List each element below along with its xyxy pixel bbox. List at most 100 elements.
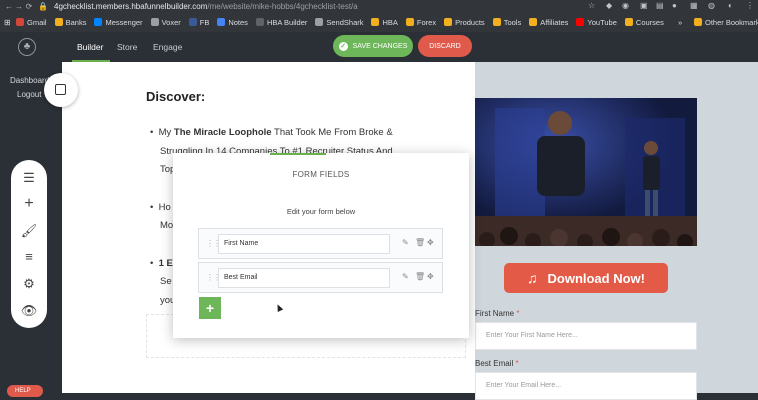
bookmark-label: HBA Builder xyxy=(266,17,308,27)
extension-icon-5[interactable]: ● xyxy=(672,1,677,10)
square-icon xyxy=(55,84,66,95)
download-now-button[interactable]: ♫ Download Now! xyxy=(504,263,668,293)
bookmark-item[interactable]: FB xyxy=(188,18,209,27)
bookmark-label: Voxer xyxy=(161,17,181,27)
page-heading: Discover: xyxy=(146,89,206,104)
bookmark-favicon-icon xyxy=(444,18,453,26)
filter-icon[interactable]: ≡ xyxy=(11,249,47,265)
bookmark-item[interactable]: SendShark xyxy=(315,18,363,27)
tab-builder[interactable]: Builder xyxy=(77,42,103,52)
add-field-button[interactable]: + xyxy=(199,297,221,319)
bookmark-item[interactable]: HBA Builder xyxy=(255,17,308,27)
bullet-3-line-2: Se xyxy=(160,276,172,287)
bookmark-item[interactable]: Products xyxy=(444,18,485,27)
download-now-label: Download Now! xyxy=(547,270,646,286)
bookmark-label: Banks xyxy=(65,17,87,27)
help-button[interactable]: HELP xyxy=(7,385,43,397)
tab-engage[interactable]: Engage xyxy=(153,42,182,52)
form-field-row[interactable]: ⋮⋮ First Name ✎ 🗑 ✥ xyxy=(198,228,443,259)
bookmark-item[interactable]: Banks xyxy=(54,17,87,27)
best-email-input[interactable]: Enter Your Email Here... xyxy=(475,372,697,400)
bookmark-label: Gmail xyxy=(27,17,47,27)
modal-subtitle: Edit your form below xyxy=(286,207,356,216)
field-name-input[interactable]: First Name xyxy=(218,234,390,254)
bookmark-label: Messenger xyxy=(105,17,143,27)
sidebar-link-logout[interactable]: Logout xyxy=(17,90,41,99)
tree-logo-icon[interactable]: ♣ xyxy=(18,38,36,56)
trash-icon[interactable]: 🗑 xyxy=(415,238,425,247)
address-bar[interactable]: ← → ⟳ 🔒 4gchecklist.members.hbafunnelbui… xyxy=(0,0,758,13)
bookmark-item[interactable]: Gmail xyxy=(16,18,47,27)
extension-icon-4[interactable]: ▤ xyxy=(656,1,664,10)
bookmark-label: Tools xyxy=(503,17,522,27)
move-arrows-icon[interactable]: ✥ xyxy=(427,238,434,247)
extension-icon-6[interactable]: ▦ xyxy=(690,1,698,10)
add-icon[interactable]: + xyxy=(11,196,47,212)
url-path: /me/website/mike-hobbs/4gchecklist-test/… xyxy=(207,2,358,11)
edit-pencil-icon[interactable]: ✎ xyxy=(402,238,409,247)
bookmark-favicon-icon xyxy=(94,18,103,26)
save-changes-button[interactable]: ✓ SAVE CHANGES xyxy=(333,35,413,57)
extension-icon-2[interactable]: ◉ xyxy=(622,1,629,10)
bookmark-favicon-icon xyxy=(492,18,501,26)
browser-chrome: ← → ⟳ 🔒 4gchecklist.members.hbafunnelbui… xyxy=(0,0,758,32)
bookmark-label: HBA xyxy=(382,17,398,27)
lock-icon: 🔒 xyxy=(38,2,48,11)
form-field-row[interactable]: ⋮⋮ Best Email ✎ 🗑 ✥ xyxy=(198,262,443,293)
bookmark-label: YouTube xyxy=(587,17,617,27)
bookmark-favicon-icon xyxy=(371,18,380,26)
bookmark-item[interactable]: Courses xyxy=(624,17,664,27)
bookmark-item[interactable]: Affiliates xyxy=(529,18,568,27)
bullet-3: • 1 E xyxy=(150,258,173,269)
apps-grid-icon[interactable]: ⊞ xyxy=(4,18,12,27)
extension-icon[interactable]: ◆ xyxy=(606,1,612,10)
url-text[interactable]: 4gchecklist.members.hbafunnelbuilder.com… xyxy=(54,2,358,11)
sidebar-link-dashboard[interactable]: Dashboard xyxy=(10,76,49,85)
extension-icon-7[interactable]: ◍ xyxy=(708,1,715,10)
bookmark-favicon-icon xyxy=(188,18,197,26)
first-name-input[interactable]: Enter Your First Name Here... xyxy=(475,322,697,350)
bookmark-item[interactable]: Voxer xyxy=(150,17,181,27)
discard-button[interactable]: DISCARD xyxy=(418,35,472,57)
bookmark-label: Affiliates xyxy=(540,17,569,27)
bookmark-favicon-icon xyxy=(217,18,226,26)
gear-icon[interactable]: ⚙ xyxy=(11,276,47,292)
stage-photo xyxy=(475,98,697,246)
back-icon[interactable]: ← xyxy=(4,2,14,11)
discard-label: DISCARD xyxy=(429,42,461,50)
bullet-1: • My The Miracle Loophole That Took Me F… xyxy=(150,127,393,138)
bookmark-item[interactable]: Notes xyxy=(217,18,248,27)
bookmark-item[interactable]: Messenger xyxy=(94,17,143,27)
bookmark-favicon-icon xyxy=(529,18,538,26)
extension-icon-3[interactable]: ▣ xyxy=(640,1,648,10)
bookmark-favicon-icon xyxy=(54,18,63,26)
menu-icon[interactable]: ☰ xyxy=(11,170,47,186)
menu-dots-icon[interactable]: ⋮ xyxy=(746,1,754,10)
more-bookmarks-chevron[interactable]: » xyxy=(678,18,682,27)
other-bookmarks[interactable]: Other Bookmarks xyxy=(694,18,758,27)
bookmark-item[interactable]: Forex xyxy=(405,17,437,27)
bookmark-item[interactable]: YouTube xyxy=(576,17,617,27)
bookmark-item[interactable]: HBA xyxy=(371,17,398,27)
bookmark-favicon-icon xyxy=(624,18,633,26)
star-icon[interactable]: ☆ xyxy=(588,1,595,10)
bookmarks-bar: ⊞ Gmail Banks Messenger Voxer FB Notes HBA Bui… xyxy=(0,14,758,30)
profile-avatar-icon[interactable]: ◐ xyxy=(728,1,733,10)
field-name-input[interactable]: Best Email xyxy=(218,268,390,288)
sidebar-toggle-button[interactable] xyxy=(44,73,78,107)
tab-store[interactable]: Store xyxy=(117,42,137,52)
selection-indicator xyxy=(270,153,326,155)
trash-icon[interactable]: 🗑 xyxy=(415,272,425,281)
bookmark-favicon-icon xyxy=(315,18,324,26)
first-name-label: First Name * xyxy=(475,309,520,318)
forward-icon[interactable]: → xyxy=(14,2,24,11)
check-icon: ✓ xyxy=(338,41,348,51)
bookmark-label: Courses xyxy=(635,17,664,27)
move-arrows-icon[interactable]: ✥ xyxy=(427,272,434,281)
bookmark-item[interactable]: Tools xyxy=(492,17,522,27)
brush-icon[interactable]: 🖌 xyxy=(11,223,47,239)
eye-icon[interactable]: 👁 xyxy=(11,303,47,319)
bookmark-label: Forex xyxy=(416,17,437,27)
reload-icon[interactable]: ⟳ xyxy=(24,2,34,11)
edit-pencil-icon[interactable]: ✎ xyxy=(402,272,409,281)
